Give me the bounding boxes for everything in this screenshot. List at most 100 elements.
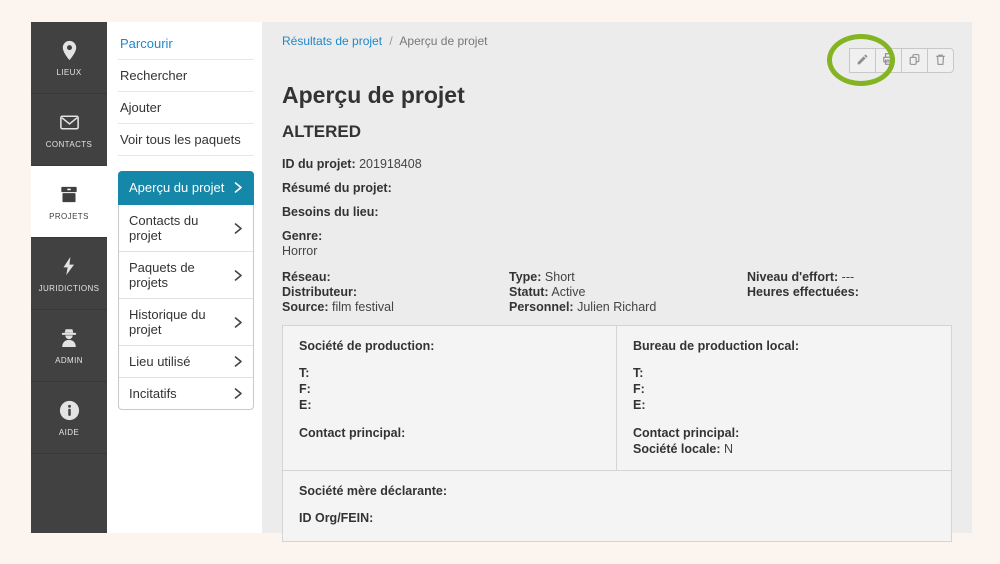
map-pin-icon <box>58 39 81 68</box>
primary-sidebar: LIEUX CONTACTS PROJETS JURIDICTIONS ADMI… <box>31 22 107 533</box>
chevron-right-icon <box>234 182 243 193</box>
field-project-id: ID du projet: 201918408 <box>282 157 952 172</box>
field-type: Type: Short <box>509 270 747 285</box>
info-icon <box>58 399 81 428</box>
breadcrumb: Résultats de projet / Aperçu de projet <box>282 34 952 48</box>
field-value: Active <box>551 285 586 299</box>
sidebar-item-juridictions[interactable]: JURIDICTIONS <box>31 238 107 310</box>
field-label: Heures effectuées: <box>747 285 859 299</box>
field-label: Source: <box>282 300 329 314</box>
chevron-right-icon <box>234 269 243 281</box>
field-value: --- <box>841 270 855 284</box>
field-value: Julien Richard <box>577 300 657 314</box>
field-value: Horror <box>282 244 318 258</box>
field-label: Distributeur: <box>282 285 357 299</box>
column-network: Réseau: Distributeur: Source: film festi… <box>282 270 509 315</box>
field-statut: Statut: Active <box>509 285 747 300</box>
sidebar-item-label: JURIDICTIONS <box>38 284 100 293</box>
column-effort: Niveau d'effort: --- Heures effectuées: <box>747 270 952 315</box>
trash-icon <box>934 53 947 69</box>
local-production-office-box: Bureau de production local: T: F: E: Con… <box>617 326 951 470</box>
chevron-right-icon <box>234 388 243 399</box>
menu-item-ajouter[interactable]: Ajouter <box>118 92 254 124</box>
projectnav-lieu-utilise[interactable]: Lieu utilisé <box>119 346 253 378</box>
projectnav-label: Contacts du projet <box>129 213 199 243</box>
field-label: Personnel: <box>509 300 574 314</box>
page-title: Aperçu de projet <box>282 82 465 108</box>
box-title: Société de production: <box>299 339 435 353</box>
box-title: Bureau de production local: <box>633 339 799 353</box>
projectnav-incitatifs[interactable]: Incitatifs <box>119 378 253 409</box>
field-value: film festival <box>332 300 394 314</box>
field-genre: Genre: Horror <box>282 229 952 259</box>
field-niveau-effort: Niveau d'effort: --- <box>747 270 952 285</box>
field-resume: Résumé du projet: <box>282 181 952 196</box>
field-value: Short <box>544 270 575 284</box>
page: LIEUX CONTACTS PROJETS JURIDICTIONS ADMI… <box>0 0 1000 564</box>
chevron-right-icon <box>234 316 243 328</box>
column-type: Type: Short Statut: Active Personnel: Ju… <box>509 270 747 315</box>
field-reseau: Réseau: <box>282 270 509 285</box>
company-boxes: Société de production: T: F: E: Contact … <box>282 325 952 542</box>
menu-item-rechercher[interactable]: Rechercher <box>118 60 254 92</box>
sidebar-item-admin[interactable]: ADMIN <box>31 310 107 382</box>
field-label: Genre: <box>282 229 323 243</box>
sidebar-item-lieux[interactable]: LIEUX <box>31 22 107 94</box>
primary-contact-label: Contact principal: <box>299 426 406 440</box>
envelope-icon <box>57 111 82 140</box>
field-source: Source: film festival <box>282 300 509 315</box>
fax-label: F: <box>299 382 311 396</box>
menu-item-voir-paquets[interactable]: Voir tous les paquets <box>118 124 254 156</box>
projectnav-contacts[interactable]: Contacts du projet <box>119 205 253 252</box>
project-fields: ID du projet: 201918408 Résumé du projet… <box>282 157 952 259</box>
projectnav-label: Paquets de projets <box>129 260 195 290</box>
org-fein-label: ID Org/FEIN: <box>299 511 374 525</box>
projectnav-paquets[interactable]: Paquets de projets <box>119 252 253 299</box>
copy-icon <box>908 53 921 69</box>
projectnav-label: Incitatifs <box>129 386 177 401</box>
print-button[interactable] <box>875 48 902 73</box>
sidebar-item-contacts[interactable]: CONTACTS <box>31 94 107 166</box>
field-heures: Heures effectuées: <box>747 285 952 300</box>
field-label: Niveau d'effort: <box>747 270 839 284</box>
production-company-box: Société de production: T: F: E: Contact … <box>283 326 617 470</box>
chevron-right-icon <box>234 222 243 234</box>
fax-label: F: <box>633 382 645 396</box>
field-label: Besoins du lieu: <box>282 205 379 219</box>
sidebar-item-label: LIEUX <box>56 67 82 77</box>
projectnav-label: Aperçu du projet <box>129 180 225 195</box>
delete-button[interactable] <box>927 48 954 73</box>
projectnav-historique[interactable]: Historique du projet <box>119 299 253 346</box>
field-label: Réseau: <box>282 270 331 284</box>
field-label: Type: <box>509 270 542 284</box>
secondary-menu: Parcourir Rechercher Ajouter Voir tous l… <box>107 22 262 533</box>
breadcrumb-separator: / <box>389 34 393 48</box>
sidebar-item-projets[interactable]: PROJETS <box>31 166 107 238</box>
copy-button[interactable] <box>901 48 928 73</box>
box-title: Société mère déclarante: <box>299 484 447 498</box>
edit-button[interactable] <box>849 48 876 73</box>
main-content: Résultats de projet / Aperçu de projet A… <box>262 22 972 542</box>
projectnav-apercu[interactable]: Aperçu du projet <box>118 171 254 205</box>
company-boxes-row: Société de production: T: F: E: Contact … <box>283 326 951 471</box>
project-name: ALTERED <box>282 122 362 141</box>
lightning-icon <box>58 254 80 284</box>
phone-label: T: <box>299 366 310 380</box>
menu-item-parcourir[interactable]: Parcourir <box>118 28 254 60</box>
email-label: E: <box>633 398 646 412</box>
archive-box-icon <box>57 183 81 212</box>
parent-company-box: Société mère déclarante: ID Org/FEIN: <box>283 471 951 541</box>
sidebar-item-label: ADMIN <box>55 356 83 365</box>
printer-icon <box>882 52 896 69</box>
phone-label: T: <box>633 366 644 380</box>
email-label: E: <box>299 398 312 412</box>
field-besoins: Besoins du lieu: <box>282 205 952 220</box>
breadcrumb-link-results[interactable]: Résultats de projet <box>282 34 382 48</box>
local-company-value: N <box>724 442 734 456</box>
sidebar-item-aide[interactable]: AIDE <box>31 382 107 454</box>
field-personnel: Personnel: Julien Richard <box>509 300 747 315</box>
detail-columns: Réseau: Distributeur: Source: film festi… <box>282 270 952 315</box>
project-nav: Aperçu du projet Contacts du projet Paqu… <box>118 171 254 410</box>
sidebar-item-label: PROJETS <box>49 211 89 221</box>
field-value: 201918408 <box>359 157 422 171</box>
